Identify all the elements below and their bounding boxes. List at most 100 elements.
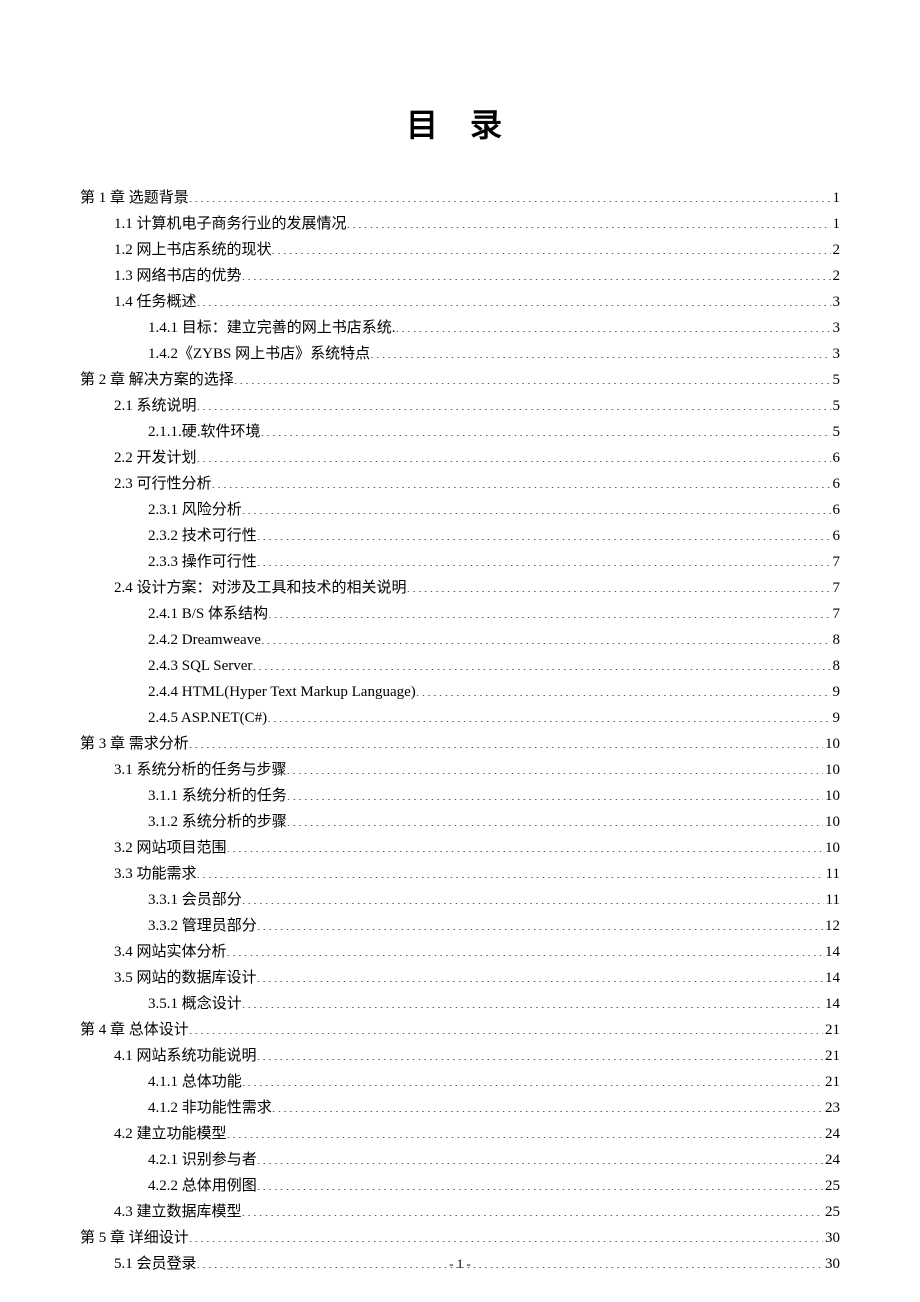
- toc-entry-label: 2.1.1.硬.软件环境: [148, 420, 261, 444]
- toc-entry-page: 14: [823, 940, 840, 964]
- toc-entry[interactable]: 3.1.1 系统分析的任务10: [80, 784, 840, 808]
- toc-entry[interactable]: 2.4.4 HTML(Hyper Text Markup Language)9: [80, 680, 840, 704]
- toc-entry-page: 23: [823, 1096, 840, 1120]
- toc-entry[interactable]: 2.4.5 ASP.NET(C#)9: [80, 706, 840, 730]
- toc-entry-label: 2.4.1 B/S 体系结构: [148, 602, 268, 626]
- toc-entry[interactable]: 1.4 任务概述3: [80, 290, 840, 314]
- toc-entry[interactable]: 第 5 章 详细设计30: [80, 1226, 840, 1250]
- toc-entry[interactable]: 2.2 开发计划6: [80, 446, 840, 470]
- toc-entry[interactable]: 4.2 建立功能模型24: [80, 1122, 840, 1146]
- toc-entry-label: 3.3.2 管理员部分: [148, 914, 257, 938]
- toc-entry-label: 1.3 网络书店的优势: [114, 264, 242, 288]
- toc-leader-dots: [242, 1071, 823, 1086]
- toc-entry-label: 2.4.4 HTML(Hyper Text Markup Language): [148, 680, 416, 704]
- toc-entry[interactable]: 3.3.1 会员部分11: [80, 888, 840, 912]
- toc-entry[interactable]: 2.4.3 SQL Server 8: [80, 654, 840, 678]
- toc-entry[interactable]: 3.1 系统分析的任务与步骤10: [80, 758, 840, 782]
- toc-entry-page: 24: [823, 1148, 840, 1172]
- toc-entry[interactable]: 第 1 章 选题背景1: [80, 186, 840, 210]
- toc-entry[interactable]: 3.2 网站项目范围 10: [80, 836, 840, 860]
- toc-leader-dots: [257, 967, 823, 982]
- toc-leader-dots: [257, 915, 823, 930]
- toc-entry[interactable]: 2.3.3 操作可行性7: [80, 550, 840, 574]
- toc-entry[interactable]: 第 3 章 需求分析10: [80, 732, 840, 756]
- toc-entry-label: 第 2 章 解决方案的选择: [80, 368, 234, 392]
- toc-entry[interactable]: 2.3.2 技术可行性6: [80, 524, 840, 548]
- toc-entry[interactable]: 第 2 章 解决方案的选择5: [80, 368, 840, 392]
- toc-entry-page: 10: [823, 836, 840, 860]
- toc-entry[interactable]: 2.4 设计方案：对涉及工具和技术的相关说明7: [80, 576, 840, 600]
- toc-leader-dots: [287, 785, 823, 800]
- toc-leader-dots: [242, 265, 831, 280]
- toc-entry[interactable]: 2.4.1 B/S 体系结构7: [80, 602, 840, 626]
- toc-entry[interactable]: 第 4 章 总体设计21: [80, 1018, 840, 1042]
- toc-leader-dots: [257, 1175, 823, 1190]
- toc-entry-label: 2.1 系统说明: [114, 394, 197, 418]
- toc-entry-page: 3: [831, 316, 841, 340]
- toc-leader-dots: [268, 603, 830, 618]
- toc-entry[interactable]: 1.2 网上书店系统的现状2: [80, 238, 840, 262]
- toc-entry[interactable]: 1.4.1 目标：建立完善的网上书店系统.3: [80, 316, 840, 340]
- toc-entry-page: 1: [831, 186, 841, 210]
- toc-entry-label: 1.4 任务概述: [114, 290, 197, 314]
- toc-leader-dots: [227, 837, 823, 852]
- toc-entry[interactable]: 3.3 功能需求11: [80, 862, 840, 886]
- toc-entry-page: 8: [831, 654, 841, 678]
- toc-entry[interactable]: 3.1.2 系统分析的步骤10: [80, 810, 840, 834]
- toc-entry-page: 6: [831, 446, 841, 470]
- toc-entry[interactable]: 4.3 建立数据库模型25: [80, 1200, 840, 1224]
- toc-entry-label: 2.4.3 SQL Server: [148, 654, 252, 678]
- toc-entry-label: 3.4 网站实体分析: [114, 940, 227, 964]
- toc-entry[interactable]: 2.3 可行性分析6: [80, 472, 840, 496]
- toc-entry-label: 第 3 章 需求分析: [80, 732, 189, 756]
- toc-entry[interactable]: 3.4 网站实体分析 14: [80, 940, 840, 964]
- toc-leader-dots: [189, 1019, 823, 1034]
- toc-entry-label: 2.3.1 风险分析: [148, 498, 242, 522]
- toc-entry[interactable]: 4.2.2 总体用例图25: [80, 1174, 840, 1198]
- toc-entry-label: 3.5 网站的数据库设计: [114, 966, 257, 990]
- toc-entry-page: 5: [831, 394, 841, 418]
- toc-leader-dots: [242, 499, 831, 514]
- toc-leader-dots: [272, 239, 831, 254]
- toc-entry-page: 9: [831, 706, 841, 730]
- toc-leader-dots: [267, 707, 830, 722]
- toc-leader-dots: [197, 863, 824, 878]
- table-of-contents: 第 1 章 选题背景11.1 计算机电子商务行业的发展情况11.2 网上书店系统…: [80, 186, 840, 1276]
- toc-leader-dots: [261, 421, 831, 436]
- toc-entry-label: 1.1 计算机电子商务行业的发展情况: [114, 212, 347, 236]
- toc-leader-dots: [197, 291, 831, 306]
- toc-leader-dots: [227, 1123, 823, 1138]
- toc-entry-page: 12: [823, 914, 840, 938]
- toc-entry[interactable]: 2.4.2 Dreamweave8: [80, 628, 840, 652]
- toc-entry-label: 3.3.1 会员部分: [148, 888, 242, 912]
- toc-entry-label: 3.3 功能需求: [114, 862, 197, 886]
- toc-entry[interactable]: 3.3.2 管理员部分 12: [80, 914, 840, 938]
- toc-entry-page: 2: [831, 264, 841, 288]
- toc-leader-dots: [287, 811, 823, 826]
- toc-entry-page: 30: [823, 1226, 840, 1250]
- toc-entry[interactable]: 4.1.1 总体功能21: [80, 1070, 840, 1094]
- toc-entry-page: 1: [831, 212, 841, 236]
- toc-leader-dots: [407, 577, 831, 592]
- toc-entry-page: 8: [831, 628, 841, 652]
- toc-entry[interactable]: 1.1 计算机电子商务行业的发展情况 1: [80, 212, 840, 236]
- toc-entry-label: 4.1.1 总体功能: [148, 1070, 242, 1094]
- toc-leader-dots: [189, 1227, 823, 1242]
- toc-entry[interactable]: 4.1 网站系统功能说明21: [80, 1044, 840, 1068]
- toc-entry[interactable]: 4.2.1 识别参与者24: [80, 1148, 840, 1172]
- toc-entry[interactable]: 2.1.1.硬.软件环境5: [80, 420, 840, 444]
- toc-entry[interactable]: 2.1 系统说明 5: [80, 394, 840, 418]
- toc-entry[interactable]: 3.5 网站的数据库设计14: [80, 966, 840, 990]
- page-footer: - 1 -: [0, 1256, 920, 1272]
- toc-entry-label: 4.3 建立数据库模型: [114, 1200, 242, 1224]
- toc-entry[interactable]: 3.5.1 概念设计14: [80, 992, 840, 1016]
- toc-leader-dots: [242, 1201, 823, 1216]
- toc-entry[interactable]: 1.3 网络书店的优势 2: [80, 264, 840, 288]
- toc-entry[interactable]: 1.4.2《ZYBS 网上书店》系统特点3: [80, 342, 840, 366]
- toc-entry[interactable]: 2.3.1 风险分析6: [80, 498, 840, 522]
- toc-leader-dots: [189, 733, 823, 748]
- toc-entry-label: 4.1.2 非功能性需求: [148, 1096, 272, 1120]
- toc-entry[interactable]: 4.1.2 非功能性需求 23: [80, 1096, 840, 1120]
- toc-leader-dots: [252, 655, 830, 670]
- toc-entry-label: 3.2 网站项目范围: [114, 836, 227, 860]
